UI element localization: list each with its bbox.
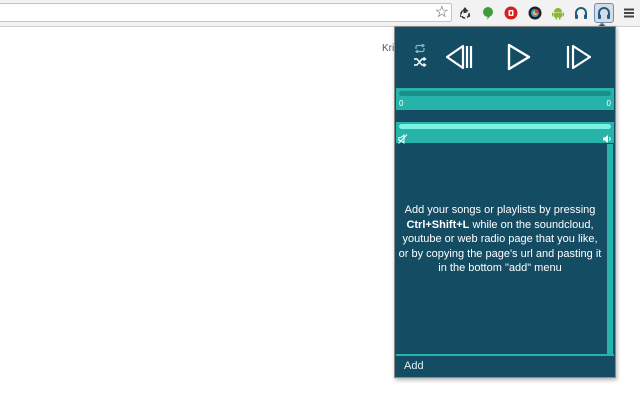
previous-icon[interactable]: [444, 44, 474, 70]
progress-track[interactable]: [399, 91, 611, 96]
color-wheel-icon[interactable]: [526, 4, 544, 22]
total-time: 0: [606, 99, 611, 108]
hamburger-icon[interactable]: [620, 4, 638, 22]
add-menu[interactable]: Add: [396, 356, 614, 376]
volume-fill: [399, 124, 611, 129]
next-icon[interactable]: [565, 44, 595, 70]
volume-track[interactable]: [399, 124, 611, 129]
play-icon[interactable]: [506, 43, 532, 71]
star-icon[interactable]: ☆: [435, 4, 449, 22]
playlist-area[interactable]: Add your songs or playlists by pressing …: [396, 144, 614, 354]
headphones-active-icon[interactable]: [594, 3, 614, 23]
shortcut-text: Ctrl+Shift+L: [406, 218, 470, 231]
progress-bar[interactable]: 0 0: [396, 88, 614, 110]
address-bar[interactable]: ☆: [0, 3, 452, 22]
page-partial-text: Kri: [382, 43, 395, 54]
current-time: 0: [399, 99, 404, 108]
recycle-icon[interactable]: [456, 4, 474, 22]
evernote-icon[interactable]: [479, 4, 497, 22]
shuffle-icon[interactable]: [414, 57, 427, 67]
playlist-scrollbar[interactable]: [607, 144, 613, 354]
music-player-popup: 0 0 Add your songs or playlists by press…: [394, 26, 616, 378]
add-menu-label[interactable]: Add: [404, 360, 424, 372]
android-icon[interactable]: [549, 4, 567, 22]
headphones-icon[interactable]: [572, 4, 590, 22]
stop-icon[interactable]: [502, 4, 520, 22]
repeat-icon[interactable]: [414, 44, 426, 53]
volume-bar[interactable]: [396, 122, 614, 145]
browser-toolbar: ☆: [0, 0, 640, 27]
empty-playlist-message: Add your songs or playlists by pressing …: [398, 204, 602, 274]
